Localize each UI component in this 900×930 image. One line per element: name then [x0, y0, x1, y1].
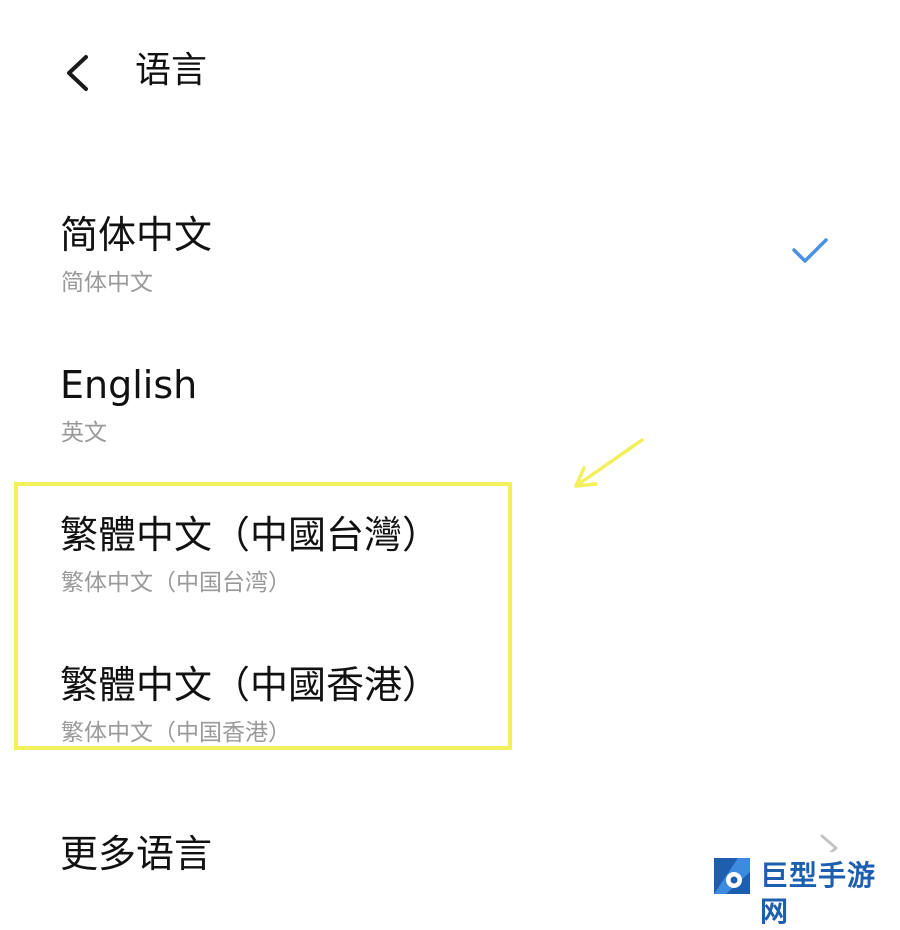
back-button[interactable]: [50, 40, 110, 104]
app-header: 语言: [0, 0, 900, 150]
language-name: 繁體中文（中國台灣）: [60, 513, 441, 557]
page-title: 语言: [135, 50, 208, 91]
language-subtitle: 繁体中文（中国香港）: [61, 720, 291, 746]
language-option-traditional-chinese-hongkong[interactable]: 繁體中文（中國香港） 繁体中文（中国香港）: [0, 660, 900, 790]
check-icon: [792, 238, 828, 263]
language-subtitle: 英文: [61, 420, 107, 446]
more-languages-label: 更多语言: [60, 832, 213, 876]
watermark-text: 巨型手游网: [760, 859, 877, 928]
language-name: 简体中文: [60, 213, 213, 257]
language-name: 繁體中文（中國香港）: [60, 663, 441, 707]
language-name: English: [60, 363, 198, 407]
language-subtitle: 简体中文: [61, 270, 153, 296]
watermark: 巨型手游网: [708, 852, 898, 928]
chevron-left-icon: [67, 55, 88, 91]
language-option-simplified-chinese[interactable]: 简体中文 简体中文: [0, 210, 900, 340]
language-option-traditional-chinese-taiwan[interactable]: 繁體中文（中國台灣） 繁体中文（中国台湾）: [0, 510, 900, 640]
language-subtitle: 繁体中文（中国台湾）: [61, 570, 291, 596]
watermark-logo-icon: [714, 858, 750, 894]
language-option-english[interactable]: English 英文: [0, 360, 900, 490]
